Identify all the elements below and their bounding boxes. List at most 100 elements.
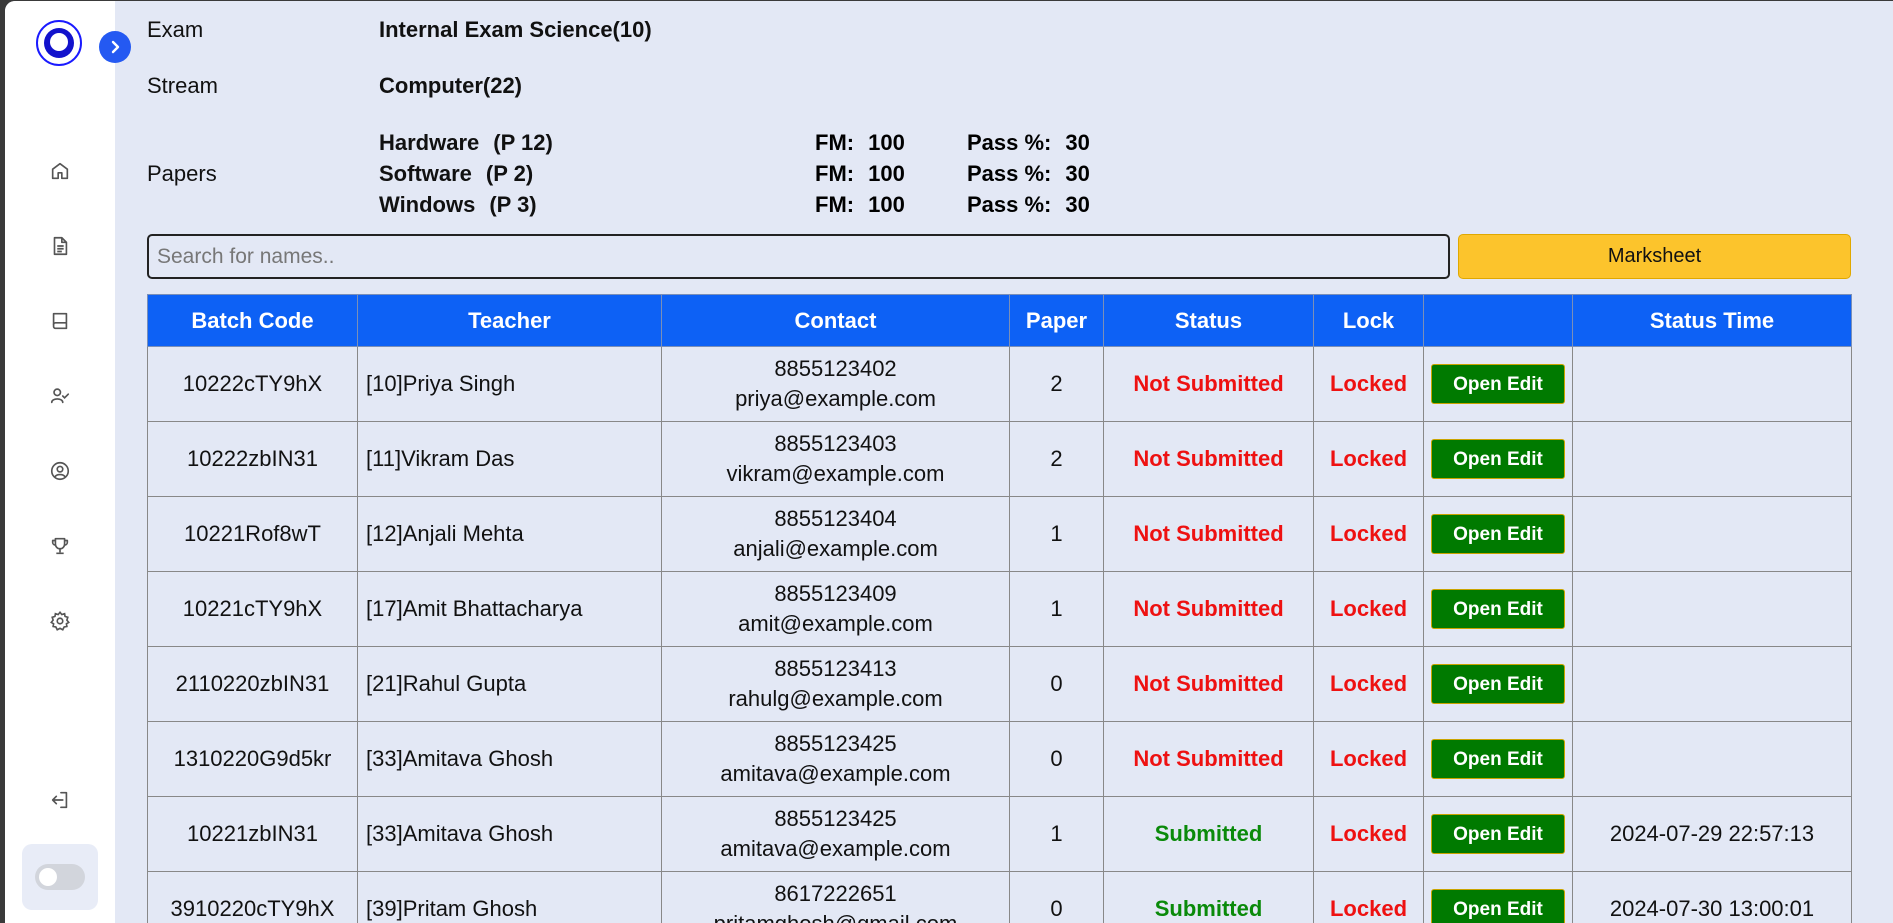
contact-cell: 8855123425 amitava@example.com <box>661 721 1010 797</box>
open-edit-button[interactable]: Open Edit <box>1431 889 1565 923</box>
trophy-icon[interactable] <box>48 534 72 558</box>
open-edit-button[interactable]: Open Edit <box>1431 589 1565 629</box>
status-time-cell <box>1572 346 1852 422</box>
header-contact[interactable]: Contact <box>661 294 1010 347</box>
document-icon[interactable] <box>48 234 72 258</box>
contact-cell: 8855123404 anjali@example.com <box>661 496 1010 572</box>
lock-cell: Locked <box>1313 646 1424 722</box>
contact-email: vikram@example.com <box>726 461 945 486</box>
contact-phone: 8855123409 <box>774 581 897 606</box>
batch-code-cell: 3910220cTY9hX <box>147 871 358 923</box>
batch-code-cell: 1310220G9d5kr <box>147 721 358 797</box>
lock-cell: Locked <box>1313 721 1424 797</box>
contact-email: rahulg@example.com <box>728 686 943 711</box>
expand-sidebar-button[interactable] <box>99 31 131 63</box>
open-edit-button[interactable]: Open Edit <box>1431 514 1565 554</box>
open-edit-button[interactable]: Open Edit <box>1431 439 1565 479</box>
paper-cell: 2 <box>1009 421 1104 497</box>
paper-code: (P 2) <box>485 161 534 186</box>
batch-code-cell: 10222cTY9hX <box>147 346 358 422</box>
action-cell: Open Edit <box>1423 421 1573 497</box>
table-row: 10221cTY9hX [17]Amit Bhattacharya 88551234… <box>147 571 1852 647</box>
status-text: Submitted <box>1154 896 1263 921</box>
lock-status: Locked <box>1329 896 1408 921</box>
teacher-cell: [11]Vikram Das <box>357 421 662 497</box>
contact-email: amit@example.com <box>738 611 933 636</box>
fm-label: FM: <box>815 161 855 186</box>
batch-code-cell: 10221zbIN31 <box>147 796 358 872</box>
status-cell: Not Submitted <box>1103 346 1314 422</box>
logout-icon[interactable] <box>48 788 72 812</box>
lock-cell: Locked <box>1313 496 1424 572</box>
search-input[interactable] <box>147 234 1450 279</box>
header-paper[interactable]: Paper <box>1009 294 1104 347</box>
contact-cell: 8855123425 amitava@example.com <box>661 796 1010 872</box>
table-row: 1310220G9d5kr [33]Amitava Ghosh 8855123425… <box>147 721 1852 797</box>
theme-toggle-container <box>22 844 98 910</box>
paper-pass: Pass %: 30 <box>967 161 1090 187</box>
table-row: 2110220zbIN31 [21]Rahul Gupta 8855123413 ra… <box>147 646 1852 722</box>
teacher-cell: [39]Pritam Ghosh <box>357 871 662 923</box>
open-edit-button[interactable]: Open Edit <box>1431 364 1565 404</box>
action-cell: Open Edit <box>1423 871 1573 923</box>
user-check-icon[interactable] <box>48 384 72 408</box>
header-action <box>1423 294 1573 347</box>
contact-cell: 8855123403 vikram@example.com <box>661 421 1010 497</box>
status-text: Not Submitted <box>1133 746 1284 771</box>
pass-label: Pass %: <box>967 130 1052 155</box>
status-text: Not Submitted <box>1133 446 1284 471</box>
pass-value: 30 <box>1065 192 1090 217</box>
book-icon[interactable] <box>48 309 72 333</box>
paper-cell: 1 <box>1009 496 1104 572</box>
header-teacher[interactable]: Teacher <box>357 294 662 347</box>
lock-status: Locked <box>1329 821 1408 846</box>
marksheet-button[interactable]: Marksheet <box>1458 234 1851 279</box>
batch-code-cell: 2110220zbIN31 <box>147 646 358 722</box>
teacher-cell: [21]Rahul Gupta <box>357 646 662 722</box>
batch-code-cell: 10222zbIN31 <box>147 421 358 497</box>
status-cell: Not Submitted <box>1103 496 1314 572</box>
open-edit-button[interactable]: Open Edit <box>1431 739 1565 779</box>
home-icon[interactable] <box>48 159 72 183</box>
settings-icon[interactable] <box>48 609 72 633</box>
exam-label: Exam <box>147 17 204 42</box>
user-circle-icon[interactable] <box>48 459 72 483</box>
action-cell: Open Edit <box>1423 571 1573 647</box>
contact-phone: 8855123425 <box>774 731 897 756</box>
contact-email: pritamghosh@gmail.com <box>662 909 1009 923</box>
header-status[interactable]: Status <box>1103 294 1314 347</box>
paper-pass: Pass %: 30 <box>967 192 1090 218</box>
teacher-cell: [33]Amitava Ghosh <box>357 721 662 797</box>
paper-cell: 2 <box>1009 346 1104 422</box>
header-batch-code[interactable]: Batch Code <box>147 294 358 347</box>
contact-phone: 8855123402 <box>774 356 897 381</box>
status-time-cell <box>1572 721 1852 797</box>
lock-cell: Locked <box>1313 796 1424 872</box>
status-cell: Submitted <box>1103 871 1314 923</box>
paper-title: Software <box>379 161 472 186</box>
paper-name: Hardware (P 12) <box>379 130 553 156</box>
paper-fm: FM: 100 <box>815 130 905 156</box>
table-row: 3910220cTY9hX[39]Pritam Ghosh 8617222651 p… <box>147 871 1852 923</box>
open-edit-button[interactable]: Open Edit <box>1431 814 1565 854</box>
action-cell: Open Edit <box>1423 496 1573 572</box>
paper-cell: 0 <box>1009 646 1104 722</box>
fm-value: 100 <box>868 130 905 155</box>
logo <box>36 20 82 66</box>
header-lock[interactable]: Lock <box>1313 294 1424 347</box>
open-edit-button[interactable]: Open Edit <box>1431 664 1565 704</box>
exam-value: Internal Exam Science(10) <box>379 17 652 42</box>
status-time-cell: 2024-07-30 13:00:01 <box>1572 871 1852 923</box>
teacher-table: Batch Code Teacher Contact Paper Status … <box>147 294 1852 923</box>
paper-fm: FM: 100 <box>815 192 905 218</box>
paper-code: (P 3) <box>489 192 537 217</box>
action-cell: Open Edit <box>1423 796 1573 872</box>
action-cell: Open Edit <box>1423 646 1573 722</box>
header-status-time[interactable]: Status Time <box>1572 294 1852 347</box>
sidebar <box>5 1 115 923</box>
status-text: Not Submitted <box>1133 671 1284 696</box>
theme-toggle[interactable] <box>35 864 85 890</box>
contact-cell: 8855123413 rahulg@example.com <box>661 646 1010 722</box>
lock-status: Locked <box>1329 521 1408 546</box>
contact-email: priya@example.com <box>735 386 936 411</box>
